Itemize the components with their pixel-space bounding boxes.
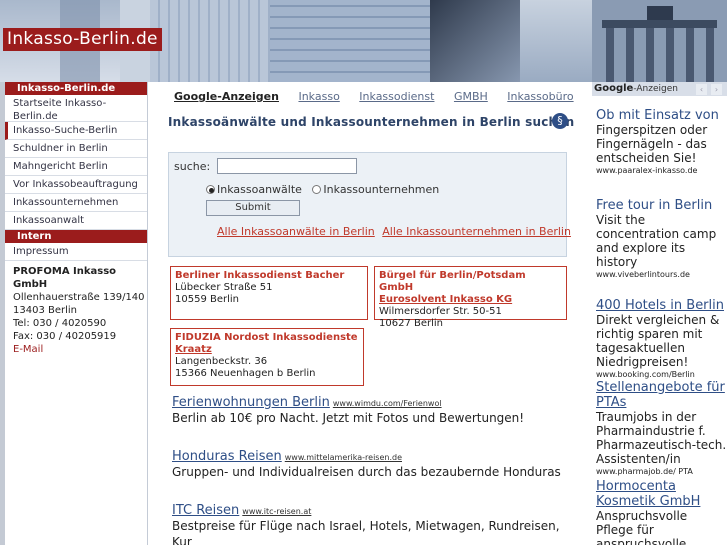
right-ad-column: Google-Anzeigen ‹ › Ob mit Einsatz von F…	[592, 82, 727, 545]
nav-item-vor-inkasso[interactable]: Vor Inkassobeauftragung	[5, 176, 147, 194]
brandenburg-gate-image	[592, 0, 727, 82]
result-card[interactable]: Berliner Inkassodienst Bacher Lübecker S…	[170, 266, 368, 320]
radio-inkassoanwaelte-label: Inkassoanwälte	[217, 183, 302, 196]
company-address: PROFOMA Inkasso GmbH Ollenhauerstraße 13…	[5, 261, 147, 356]
side-ad-url[interactable]: www.viveberlintours.de	[596, 269, 727, 280]
main-content: Google-Anzeigen Inkasso Inkassodienst GM…	[150, 82, 590, 545]
side-ad-url[interactable]: www.booking.com/Berlin	[596, 369, 727, 380]
ad-url[interactable]: www.itc-reisen.at	[242, 507, 311, 516]
result-card-street: Wilmersdorfer Str. 50-51	[379, 306, 502, 317]
result-card-title: FIDUZIA Nordost Inkassodienste	[175, 332, 358, 343]
search-input[interactable]	[217, 158, 357, 174]
search-label: suche:	[174, 160, 211, 173]
side-ad-title[interactable]: Stellenangebote für PTAs	[596, 380, 727, 410]
side-ad-description: Visit the concentration camp and explore…	[596, 213, 717, 269]
side-ad-description: Anspruchsvolle Pflege für anspruchsvolle	[596, 509, 688, 545]
ad-title[interactable]: Ferienwohnungen Berlin	[172, 395, 330, 410]
side-ad[interactable]: Free tour in Berlin Visit the concentrat…	[592, 198, 727, 280]
side-ad-description: Traumjobs in der Pharmaindustrie f. Phar…	[596, 410, 727, 466]
result-card[interactable]: FIDUZIA Nordost Inkassodienste Kraatz La…	[170, 328, 364, 386]
paragraph-icon: §	[552, 113, 568, 129]
header-banner: Inkasso-Berlin.de	[0, 0, 592, 82]
google-label: Google	[594, 83, 634, 94]
ad-description: Berlin ab 10€ pro Nacht. Jetzt mit Fotos…	[172, 411, 525, 425]
google-ads-header: Google-Anzeigen ‹ ›	[592, 82, 727, 96]
next-arrow-icon[interactable]: ›	[711, 84, 722, 95]
link-all-anwaelte[interactable]: Alle Inkassoanwälte in Berlin	[217, 225, 375, 238]
company-fax: Fax: 030 / 40205919	[13, 331, 117, 342]
side-ad-title[interactable]: Free tour in Berlin	[596, 198, 727, 213]
radio-inkassounternehmen[interactable]	[312, 185, 322, 194]
side-ad-title[interactable]: Hormocenta Kosmetik GmbH	[596, 479, 727, 509]
radio-inkassounternehmen-label: Inkassounternehmen	[323, 183, 440, 196]
top-link-bar: Google-Anzeigen Inkasso Inkassodienst GM…	[174, 90, 590, 103]
side-ad-title[interactable]: Ob mit Einsatz von	[596, 108, 727, 123]
ad-url[interactable]: www.wimdu.com/Ferienwol	[333, 399, 442, 408]
ad-description: Bestpreise für Flüge nach Israel, Hotels…	[172, 519, 560, 545]
nav-item-inkassoanwalt[interactable]: Inkassoanwalt	[5, 212, 147, 230]
email-link[interactable]: E-Mail	[13, 344, 43, 355]
company-name: PROFOMA Inkasso GmbH	[13, 266, 117, 290]
site-logo[interactable]: Inkasso-Berlin.de	[3, 28, 162, 51]
company-street: Ollenhauerstraße 139/140	[13, 292, 145, 303]
search-title: Inkassoänwälte und Inkassounternehmen in…	[168, 115, 575, 129]
submit-button[interactable]: Submit	[206, 200, 300, 216]
page: Inkasso-Berlin.de Inkasso-Berlin.de Star…	[0, 0, 727, 545]
site-logo-text: Inkasso-Berlin.de	[7, 29, 158, 49]
text-ad[interactable]: Ferienwohnungen Berlin www.wimdu.com/Feri…	[172, 395, 572, 426]
company-city: 13403 Berlin	[13, 305, 78, 316]
text-ad[interactable]: Honduras Reisen www.mittelamerika-reisen.…	[172, 449, 572, 480]
search-type-radios: Inkassoanwälte Inkassounternehmen	[206, 183, 439, 196]
result-card-city: 10627 Berlin	[379, 318, 444, 329]
result-card[interactable]: Bürgel für Berlin/Potsdam GmbH Eurosolve…	[374, 266, 567, 329]
search-form: suche: Inkassoanwälte Inkassounternehmen…	[168, 152, 571, 257]
tab-gmbh[interactable]: GMBH	[454, 90, 488, 103]
side-ad-url[interactable]: www.paaralex-inkasso.de	[596, 165, 727, 176]
nav-header-site: Inkasso-Berlin.de	[5, 82, 147, 95]
side-ad[interactable]: Hormocenta Kosmetik GmbH Anspruchsvolle …	[592, 479, 727, 545]
result-card-city: 10559 Berlin	[175, 294, 240, 305]
text-ad[interactable]: ITC Reisen www.itc-reisen.at Bestpreise f…	[172, 503, 572, 545]
tab-inkassodienst[interactable]: Inkassodienst	[359, 90, 434, 103]
result-card-title: Bürgel für Berlin/Potsdam GmbH	[379, 270, 526, 293]
side-ad[interactable]: Ob mit Einsatz von Fingerspitzen oder Fi…	[592, 108, 727, 176]
nav-item-mahngericht[interactable]: Mahngericht Berlin	[5, 158, 147, 176]
result-card-subtitle: Kraatz	[175, 344, 212, 355]
side-ad-description: Fingerspitzen oder Fingernägeln - das en…	[596, 123, 708, 165]
side-ad-url[interactable]: www.pharmajob.de/ PTA	[596, 466, 727, 477]
nav-item-suche[interactable]: Inkasso-Suche-Berlin	[5, 122, 147, 140]
result-card-street: Langenbeckstr. 36	[175, 356, 268, 367]
ad-url[interactable]: www.mittelamerika-reisen.de	[285, 453, 402, 462]
result-card-street: Lübecker Straße 51	[175, 282, 273, 293]
link-all-unternehmen[interactable]: Alle Inkassounternehmen in Berlin	[382, 225, 571, 238]
tab-inkasso[interactable]: Inkasso	[298, 90, 339, 103]
ad-title[interactable]: Honduras Reisen	[172, 449, 282, 464]
nav-item-startseite[interactable]: Startseite Inkasso-Berlin.de	[5, 95, 147, 122]
side-ad-title[interactable]: 400 Hotels in Berlin	[596, 298, 727, 313]
search-all-links: Alle Inkassoanwälte in Berlin Alle Inkas…	[217, 225, 575, 238]
prev-arrow-icon[interactable]: ‹	[696, 84, 707, 95]
nav-header-intern: Intern	[5, 230, 147, 243]
left-navigation: Inkasso-Berlin.de Startseite Inkasso-Ber…	[0, 82, 148, 545]
side-ad-description: Direkt vergleichen & richtig sparen mit …	[596, 313, 720, 369]
nav-item-impressum[interactable]: Impressum	[5, 243, 147, 261]
google-ads-suffix: -Anzeigen	[633, 84, 678, 94]
tab-inkassobuero[interactable]: Inkassobüro	[507, 90, 573, 103]
radio-inkassoanwaelte[interactable]	[206, 185, 215, 194]
nav-item-schuldner[interactable]: Schuldner in Berlin	[5, 140, 147, 158]
side-ad[interactable]: Stellenangebote für PTAs Traumjobs in de…	[592, 380, 727, 477]
result-card-title: Berliner Inkassodienst Bacher	[175, 270, 345, 281]
nav-item-inkassounternehmen[interactable]: Inkassounternehmen	[5, 194, 147, 212]
result-card-city: 15366 Neuenhagen b Berlin	[175, 368, 316, 379]
result-card-subtitle: Eurosolvent Inkasso KG	[379, 294, 513, 305]
company-tel: Tel: 030 / 4020590	[13, 318, 107, 329]
side-ad[interactable]: 400 Hotels in Berlin Direkt vergleichen …	[592, 298, 727, 380]
google-ads-label[interactable]: Google-Anzeigen	[174, 90, 279, 103]
ad-title[interactable]: ITC Reisen	[172, 503, 239, 518]
ad-description: Gruppen- und Individualreisen durch das …	[172, 465, 561, 479]
